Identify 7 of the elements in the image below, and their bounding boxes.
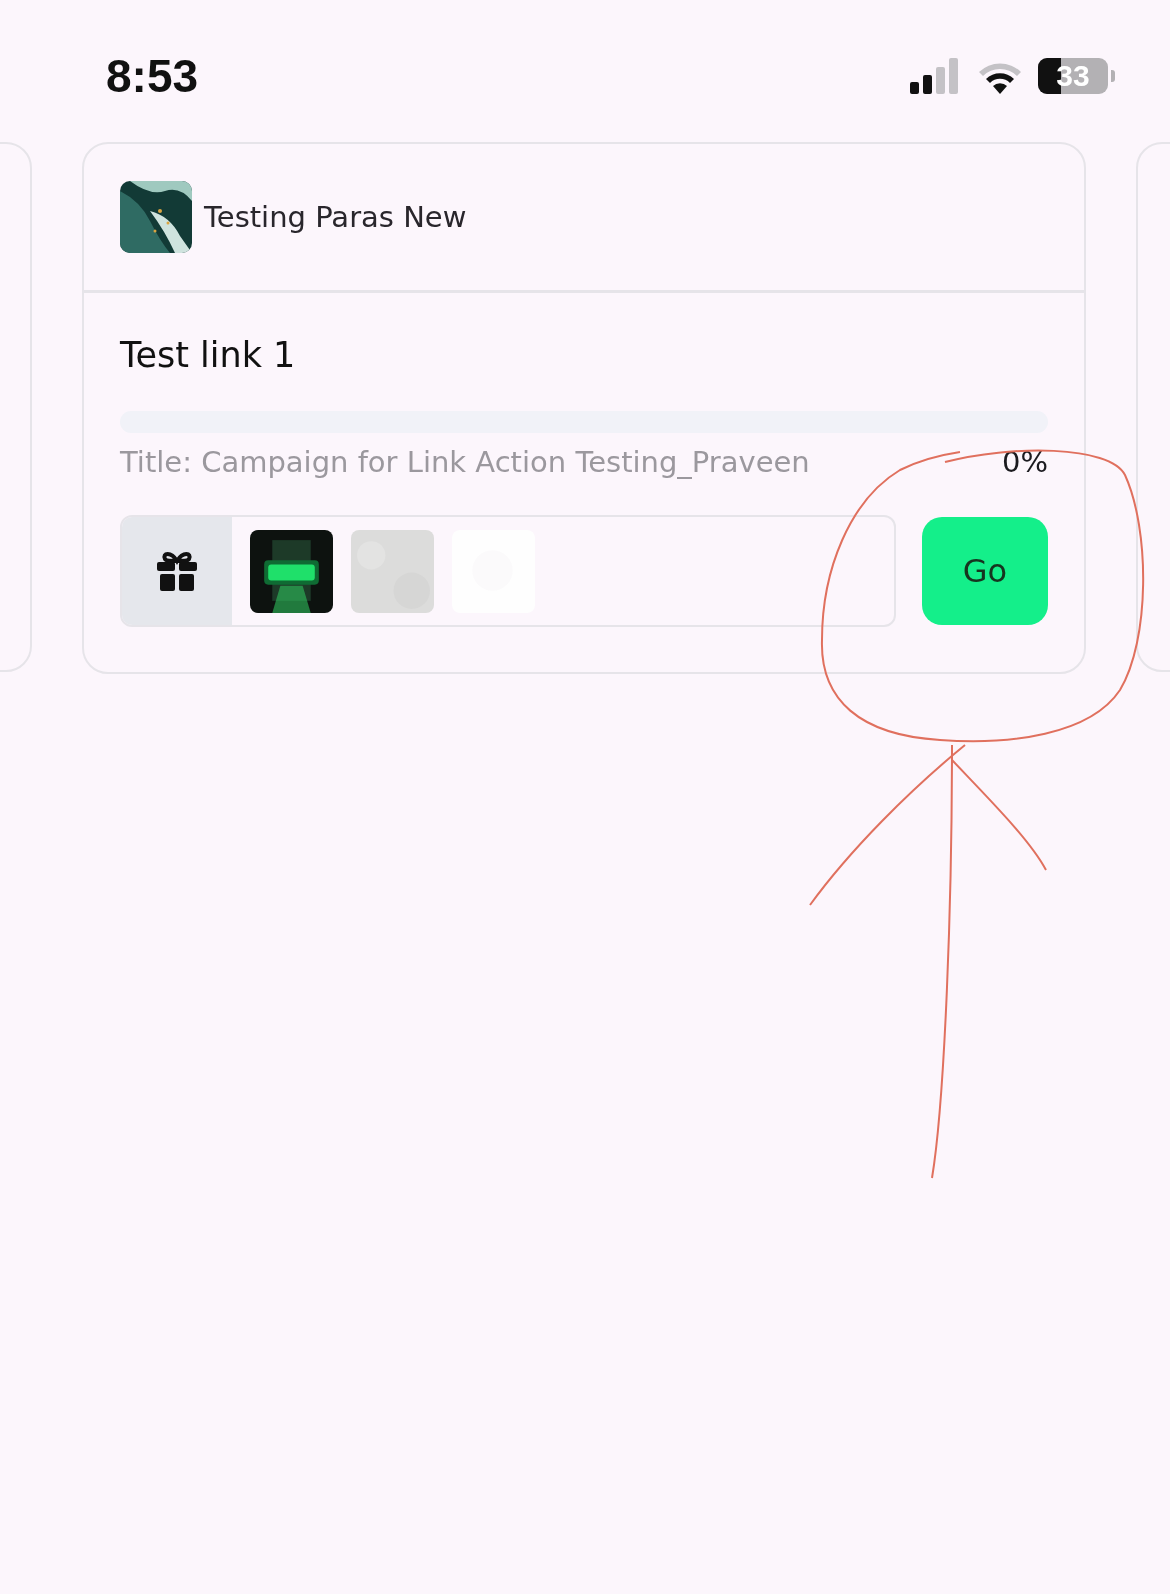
status-time: 8:53 xyxy=(106,49,199,103)
task-title: Test link 1 xyxy=(120,335,297,375)
go-button[interactable]: Go xyxy=(922,517,1048,625)
progress-percent: 0% xyxy=(1002,445,1048,479)
campaign-caption: Title: Campaign for Link Action Testing_Praveen xyxy=(120,445,810,479)
gift-icon xyxy=(156,551,198,591)
project-name: Testing Paras New xyxy=(204,200,467,234)
